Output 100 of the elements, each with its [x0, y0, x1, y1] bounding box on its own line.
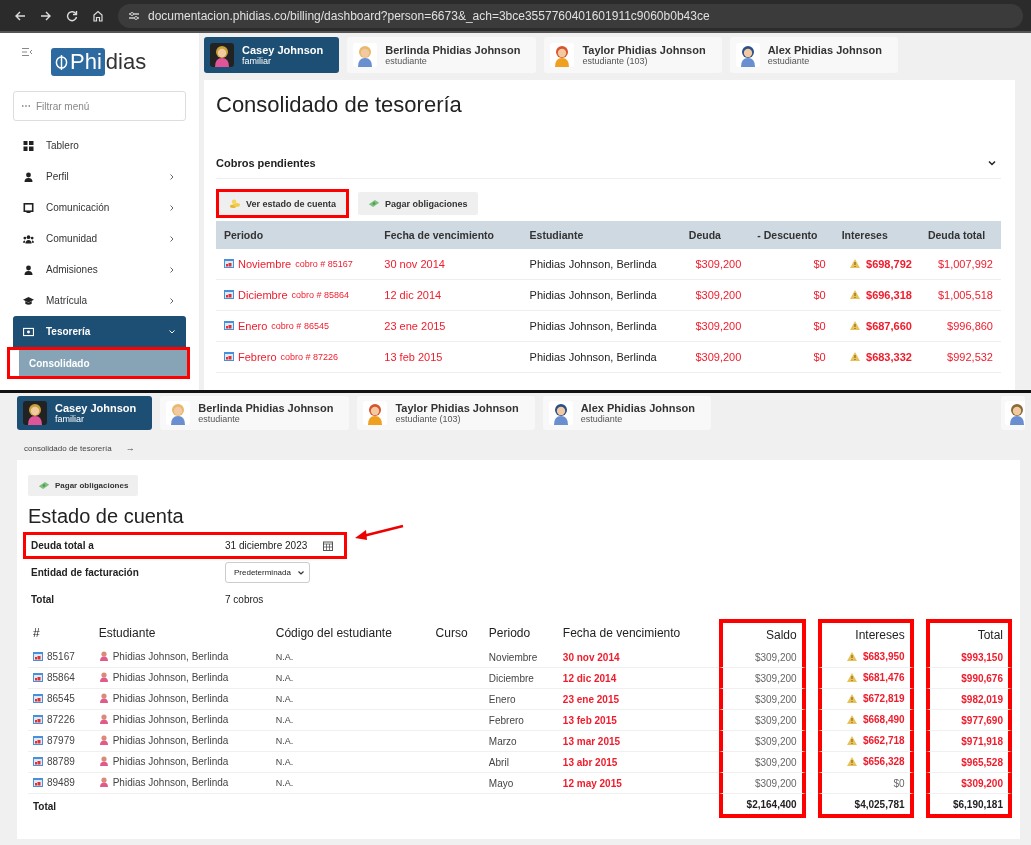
table-cell: Diciembre [483, 668, 558, 689]
action-button[interactable]: Ver estado de cuenta [219, 192, 347, 215]
section-header[interactable]: Cobros pendientes [216, 148, 1001, 179]
invoice-icon [33, 673, 43, 682]
person-tab[interactable]: Taylor Phidias Johnson estudiante (103) [357, 396, 535, 430]
action-button[interactable]: Pagar obligaciones [28, 475, 139, 496]
table-cell: Febrero [483, 710, 558, 731]
avatar-icon [735, 43, 760, 67]
calendar-icon[interactable] [323, 540, 333, 551]
warning-icon [846, 673, 857, 682]
invoice-icon [33, 736, 43, 745]
table-cell: 12 may 2015 [557, 773, 720, 794]
breadcrumb-link[interactable]: consolidado de tesorería [24, 443, 112, 453]
table-cell: $309,200 [719, 689, 806, 710]
billing-entity-dropdown[interactable]: Predeterminada [225, 562, 310, 583]
table-cell: $0 [749, 310, 834, 342]
table-cell: $990,676 [925, 668, 1012, 689]
table-cell: $965,528 [925, 752, 1012, 773]
person-tab[interactable]: Casey Johnson familiar [17, 396, 153, 430]
filter-field[interactable]: Filtrar menú [13, 91, 186, 121]
chevron-icon [987, 158, 997, 168]
collapse-menu-icon[interactable] [21, 47, 33, 57]
menu-item[interactable]: Tesorería [13, 316, 186, 347]
page-title: Estado de cuenta [28, 505, 184, 528]
table-cell: Phidias Johnson, Berlinda [112, 650, 229, 662]
charge-number[interactable]: 87226 [47, 714, 75, 725]
student-icon [98, 651, 109, 662]
table-cell: N.A. [270, 647, 431, 668]
charge-number: cobro # 85864 [291, 289, 350, 300]
person-tab[interactable]: Alex Phidias Johnson estudiante [729, 37, 898, 73]
table-cell: 23 ene 2015 [376, 310, 516, 342]
period-link[interactable]: Diciembre [238, 288, 288, 301]
forward-icon[interactable] [40, 9, 52, 22]
invoice-icon [33, 715, 43, 724]
person-tab[interactable]: Berlinda Phidias Johnson estudiante [160, 396, 350, 430]
table-cell: $982,019 [925, 689, 1012, 710]
home-icon[interactable] [92, 9, 104, 22]
table-cell: 13 mar 2015 [557, 731, 720, 752]
breadcrumb-arrow: → [125, 443, 135, 453]
menu-item[interactable]: Comunicación [13, 192, 186, 223]
table-cell: Noviembre [483, 647, 558, 668]
column-header: Deuda [680, 221, 750, 249]
table-cell: $0 [893, 777, 905, 789]
table-cell: $698,792 [866, 257, 912, 270]
charge-number[interactable]: 87979 [47, 735, 75, 746]
table-cell: 12 dic 2014 [557, 668, 720, 689]
table-cell: $672,819 [862, 693, 905, 704]
student-icon [98, 714, 109, 725]
student-icon [98, 693, 109, 704]
menu-item[interactable]: Admisiones [13, 254, 186, 285]
table-cell: $662,718 [862, 735, 905, 746]
date-field[interactable]: 31 diciembre 2023 [225, 540, 323, 551]
person-tab[interactable]: Berlinda Phidias Johnson estudiante [347, 37, 537, 73]
column-header: Deuda total [919, 221, 1001, 249]
avatar-icon [353, 43, 378, 67]
graduation-cap-icon [23, 295, 34, 306]
warning-icon [850, 290, 860, 300]
period-link[interactable]: Noviembre [238, 257, 292, 270]
reload-icon[interactable] [66, 9, 78, 22]
invoice-icon [33, 652, 43, 661]
invoice-icon [224, 321, 234, 331]
table-cell: 30 nov 2014 [376, 249, 516, 280]
column-header: Curso [434, 625, 469, 642]
period-link[interactable]: Febrero [238, 350, 277, 363]
avatar-icon [550, 43, 575, 67]
charge-number[interactable]: 89489 [47, 777, 75, 788]
menu-item[interactable]: Perfil [13, 161, 186, 192]
coins-icon [229, 198, 241, 209]
menu-item[interactable]: Tablero [13, 130, 186, 161]
site-settings-icon[interactable] [128, 10, 140, 21]
table-cell: $309,200 [719, 773, 806, 794]
menu-item[interactable]: Matrícula [13, 285, 186, 316]
person-tab[interactable]: Alex Phidias Johnson estudiante [542, 396, 711, 430]
field-label: Total [31, 594, 56, 605]
avatar-icon [1005, 401, 1025, 425]
table-cell: $4,025,781 [817, 794, 914, 818]
table-cell: $309,200 [680, 249, 750, 280]
person-tab[interactable]: Casey Johnson familiar [204, 37, 340, 73]
table-cell: $309,200 [680, 279, 750, 311]
period-link[interactable]: Enero [238, 319, 268, 332]
invoice-icon [224, 259, 234, 269]
charge-number[interactable]: 88789 [47, 756, 75, 767]
action-button[interactable]: Pagar obligaciones [358, 192, 478, 215]
back-icon[interactable] [14, 9, 26, 22]
table-cell: Phidias Johnson, Berlinda [515, 279, 681, 311]
charge-number[interactable]: 86545 [47, 693, 75, 704]
table-cell: 23 ene 2015 [557, 689, 720, 710]
charge-number[interactable]: 85167 [47, 651, 75, 662]
column-header: - Descuento [749, 221, 834, 249]
table-cell: Phidias Johnson, Berlinda [112, 692, 229, 704]
charge-number[interactable]: 85864 [47, 672, 75, 683]
chevron-icon [168, 203, 176, 212]
menu-item[interactable]: Comunidad [13, 223, 186, 254]
person-tab[interactable]: Taylor Phidias Johnson estudiante (103) [544, 37, 722, 73]
address-bar[interactable]: documentacion.phidias.co/billing/dashboard?person=6673&_ach=3bce3557760401601911c9060b0b43ce [118, 3, 1023, 28]
student-icon [98, 672, 109, 683]
person-tab[interactable] [1001, 396, 1025, 430]
table-cell: $1,005,518 [919, 279, 1001, 311]
charge-number: cobro # 86545 [271, 320, 329, 331]
invoice-icon [224, 352, 234, 362]
